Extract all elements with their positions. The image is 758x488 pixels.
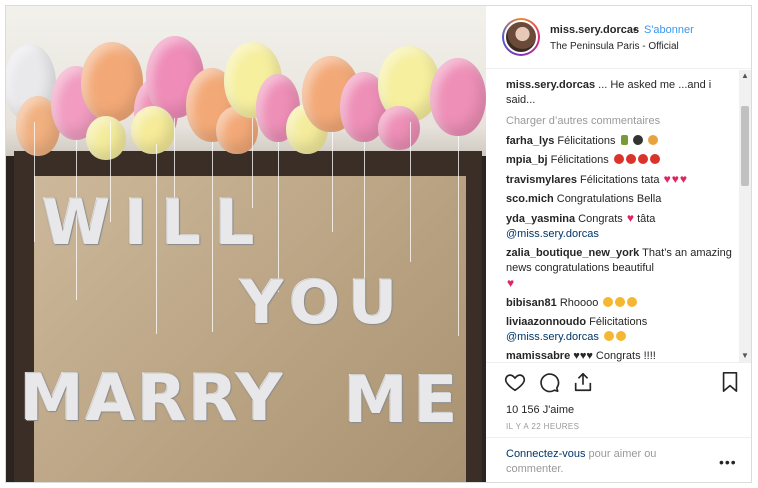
comment: liviaazonnoudo Félicitations @miss.sery.…: [506, 315, 734, 345]
comments-list: miss.sery.dorcas ... He asked me ...and …: [506, 78, 734, 362]
heart-emoji-icon: ♥: [507, 276, 515, 290]
foil-text-me: ME: [344, 364, 464, 438]
instagram-post: WILL YOU MARRY ME miss.sery.dorcas • S'a…: [5, 5, 752, 483]
rose-emoji-icon: [637, 154, 648, 164]
comment-username[interactable]: zalia_boutique_new_york: [506, 247, 639, 259]
string: [410, 122, 411, 262]
comment: travismylares Félicitations tata ♥♥♥: [506, 172, 734, 188]
comment-icon[interactable]: [538, 371, 562, 395]
comment: mpia_bj Félicitations: [506, 153, 734, 168]
wink-emoji-icon: [615, 331, 626, 341]
heart-emoji-icon: ♥: [671, 172, 679, 186]
string: [458, 136, 459, 336]
heart-eyes-emoji-icon: [615, 297, 626, 307]
graduation-cap-emoji-icon: [632, 135, 643, 145]
smile-emoji-icon: [603, 331, 614, 341]
comment: sco.mich Congratulations Bella: [506, 192, 734, 207]
post-sidebar: miss.sery.dorcas • S'abonner The Peninsu…: [486, 6, 751, 482]
balloon: [86, 116, 126, 160]
comments-scrollbar[interactable]: ▲ ▼: [739, 70, 751, 362]
rose-emoji-icon: [625, 154, 636, 164]
scrollbar-thumb[interactable]: [741, 106, 749, 186]
comment: zalia_boutique_new_york That’s an amazin…: [506, 246, 734, 292]
comment: yda_yasmina Congrats ♥ tâta @miss.sery.d…: [506, 211, 734, 242]
balloon: [378, 106, 420, 150]
post-photo[interactable]: WILL YOU MARRY ME: [6, 6, 486, 482]
comment-text: ♥♥♥ Congrats !!!!: [573, 350, 656, 362]
post-timestamp: IL Y A 22 HEURES: [506, 422, 580, 431]
scroll-up-arrow-icon[interactable]: ▲: [739, 70, 751, 82]
heart-eyes-emoji-icon: [627, 297, 638, 307]
post-caption: miss.sery.dorcas ... He asked me ...and …: [506, 78, 734, 108]
comment: mamissabre ♥♥♥ Congrats !!!!: [506, 349, 734, 362]
location-link[interactable]: The Peninsula Paris - Official: [550, 41, 679, 52]
bookmark-icon[interactable]: [720, 371, 744, 395]
comment-text-continued: tâta: [637, 213, 656, 225]
comment: farha_lys Félicitations: [506, 134, 734, 149]
post-header: miss.sery.dorcas • S'abonner The Peninsu…: [486, 6, 751, 69]
balloon: [430, 58, 486, 136]
login-prompt-text: Connectez-vous pour aimer ou commenter.: [506, 447, 696, 477]
party-popper-emoji-icon: [647, 135, 658, 145]
bottle-emoji-icon: [620, 135, 628, 145]
comment-text: Congratulations Bella: [556, 193, 662, 205]
heart-emoji-icon: ♥: [663, 172, 671, 186]
comment-text: Félicitations: [550, 154, 609, 166]
mention-link[interactable]: @miss.sery.dorcas: [506, 228, 599, 240]
login-link[interactable]: Connectez-vous: [506, 448, 586, 460]
balloon: [131, 106, 175, 154]
mention-link[interactable]: @miss.sery.dorcas: [506, 331, 599, 343]
comment: bibisan81 Rhoooo: [506, 296, 734, 311]
like-count[interactable]: 10 156 J'aime: [506, 404, 574, 416]
post-actions: 10 156 J'aime IL Y A 22 HEURES: [486, 362, 751, 437]
foil-text-marry: MARRY: [20, 362, 285, 436]
heart-icon[interactable]: [504, 371, 528, 395]
comment-text: Félicitations: [557, 135, 616, 147]
comment-username[interactable]: mpia_bj: [506, 154, 548, 166]
comment-username[interactable]: sco.mich: [506, 193, 554, 205]
rose-emoji-icon: [613, 154, 624, 164]
avatar-image: [504, 20, 538, 54]
username-link[interactable]: miss.sery.dorcas: [550, 24, 639, 36]
share-icon[interactable]: [572, 371, 596, 395]
login-prompt: Connectez-vous pour aimer ou commenter. …: [486, 437, 751, 482]
foil-text-will: WILL: [42, 186, 269, 259]
comment-text: Félicitations tata: [580, 174, 660, 186]
foil-text-you: YOU: [240, 268, 406, 338]
follow-button[interactable]: S'abonner: [644, 24, 694, 36]
comment-username[interactable]: farha_lys: [506, 135, 554, 147]
caption-username[interactable]: miss.sery.dorcas: [506, 79, 595, 91]
load-more-comments[interactable]: Charger d’autres commentaires: [506, 115, 734, 127]
comment-username[interactable]: yda_yasmina: [506, 213, 575, 225]
comments-panel[interactable]: miss.sery.dorcas ... He asked me ...and …: [486, 70, 751, 362]
comment-text: Congrats: [578, 213, 623, 225]
more-icon[interactable]: •••: [719, 454, 737, 470]
heart-eyes-emoji-icon: [603, 297, 614, 307]
rose-emoji-icon: [649, 154, 660, 164]
string: [332, 132, 333, 232]
comment-username[interactable]: bibisan81: [506, 297, 557, 309]
separator-dot: •: [633, 24, 637, 36]
string: [34, 122, 35, 242]
comment-text: Rhoooo: [559, 297, 599, 309]
avatar[interactable]: [502, 18, 540, 56]
comment-text: Félicitations: [589, 316, 648, 328]
scroll-down-arrow-icon[interactable]: ▼: [739, 350, 751, 362]
comment-username[interactable]: liviaazonnoudo: [506, 316, 586, 328]
comment-username[interactable]: travismylares: [506, 174, 577, 186]
comment-username[interactable]: mamissabre: [506, 350, 570, 362]
heart-emoji-icon: ♥: [626, 211, 634, 225]
heart-emoji-icon: ♥: [679, 172, 687, 186]
